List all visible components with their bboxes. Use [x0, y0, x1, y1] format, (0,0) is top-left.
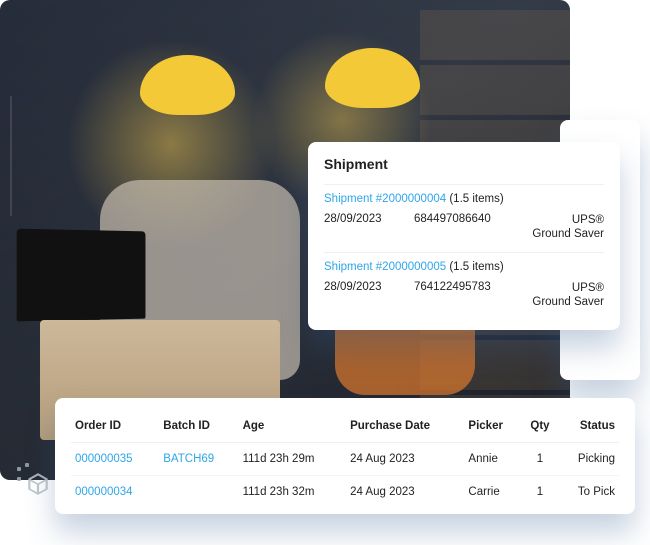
shipment-date: 28/09/2023 — [324, 281, 396, 293]
col-status: Status — [558, 410, 619, 443]
table-row: 000000035 BATCH69 111d 23h 29m 24 Aug 20… — [71, 443, 619, 476]
shipment-row: Shipment #2000000005 (1.5 items) 28/09/2… — [324, 252, 604, 320]
order-id-link[interactable]: 000000035 — [75, 453, 133, 465]
col-qty: Qty — [522, 410, 559, 443]
shipment-service: UPS® Ground Saver — [532, 213, 604, 242]
cell-picker: Annie — [464, 443, 521, 476]
col-picker: Picker — [464, 410, 521, 443]
shipment-row: Shipment #2000000004 (1.5 items) 28/09/2… — [324, 184, 604, 252]
orders-table: Order ID Batch ID Age Purchase Date Pick… — [71, 410, 619, 508]
shipment-card: Shipment Shipment #2000000004 (1.5 items… — [308, 142, 620, 330]
cell-age: 111d 23h 32m — [239, 476, 346, 509]
cell-purchase-date: 24 Aug 2023 — [346, 443, 464, 476]
cube-icon — [17, 463, 51, 497]
shipment-link[interactable]: Shipment #2000000004 — [324, 193, 446, 205]
shipment-service: UPS® Ground Saver — [532, 281, 604, 310]
col-order-id: Order ID — [71, 410, 159, 443]
batch-id-link[interactable]: BATCH69 — [163, 453, 214, 465]
shipment-items-count: (1.5 items) — [449, 261, 503, 273]
shipment-tracking: 684497086640 — [414, 213, 514, 225]
col-batch-id: Batch ID — [159, 410, 238, 443]
cell-qty: 1 — [522, 476, 559, 509]
cell-purchase-date: 24 Aug 2023 — [346, 476, 464, 509]
stage: Shipment Shipment #2000000004 (1.5 items… — [0, 0, 650, 545]
col-age: Age — [239, 410, 346, 443]
cell-age: 111d 23h 29m — [239, 443, 346, 476]
cell-qty: 1 — [522, 443, 559, 476]
shipment-tracking: 764122495783 — [414, 281, 514, 293]
photo-laptop — [17, 229, 146, 322]
order-id-link[interactable]: 000000034 — [75, 486, 133, 498]
cell-status: Picking — [558, 443, 619, 476]
shipment-date: 28/09/2023 — [324, 213, 396, 225]
shipment-items-count: (1.5 items) — [449, 193, 503, 205]
col-purchase-date: Purchase Date — [346, 410, 464, 443]
shipment-title: Shipment — [324, 156, 604, 172]
shipment-link[interactable]: Shipment #2000000005 — [324, 261, 446, 273]
table-row: 000000034 111d 23h 32m 24 Aug 2023 Carri… — [71, 476, 619, 509]
cell-status: To Pick — [558, 476, 619, 509]
hardhat-icon — [325, 48, 420, 108]
orders-card: Order ID Batch ID Age Purchase Date Pick… — [55, 398, 635, 514]
cell-picker: Carrie — [464, 476, 521, 509]
